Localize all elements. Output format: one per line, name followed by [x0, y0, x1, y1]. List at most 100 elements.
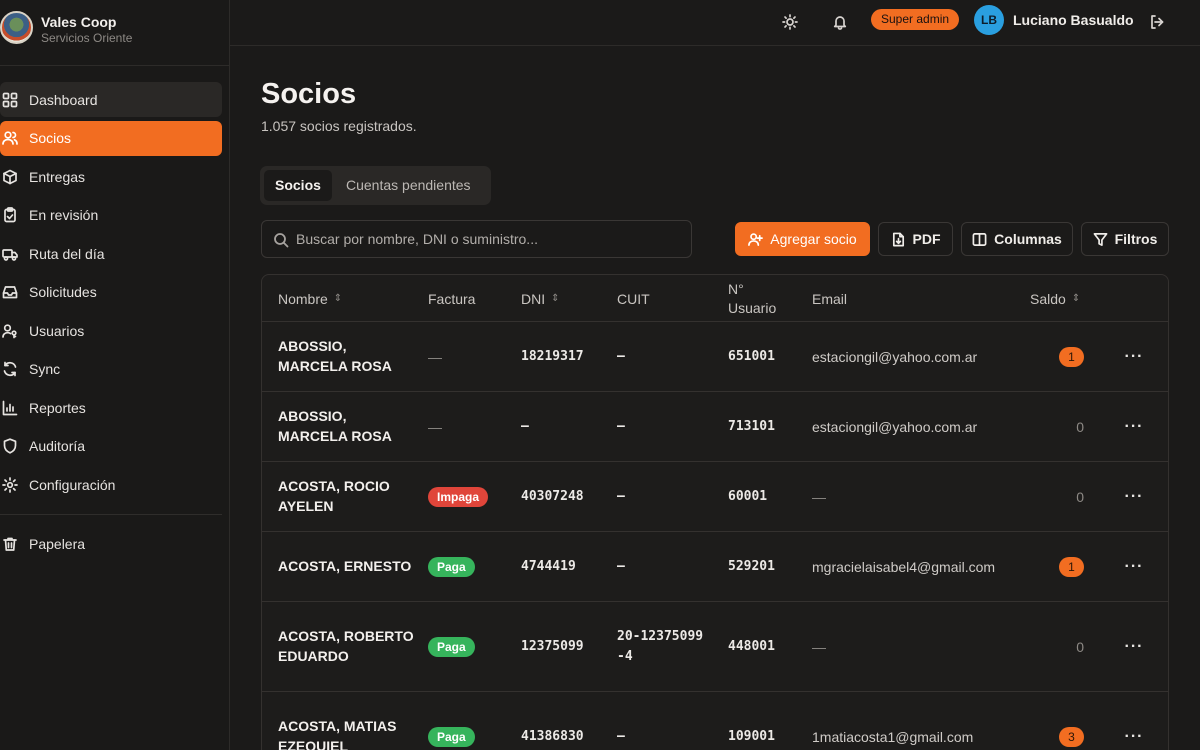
- usuario-number-cell: 60001: [728, 489, 768, 504]
- header-label: Factura: [428, 290, 476, 307]
- email-cell: estaciongil@yahoo.com.ar: [812, 418, 978, 435]
- row-actions-more-icon[interactable]: ···: [1122, 602, 1146, 691]
- shield-icon: [2, 438, 18, 454]
- socio-name: ABOSSIO, MARCELA ROSA: [278, 408, 392, 444]
- sidebar-nav: Dashboard Socios Entregas En revisión Ru…: [0, 82, 222, 506]
- role-badge: Super admin: [871, 9, 960, 30]
- sync-icon: [2, 361, 18, 377]
- sidebar-item-ruta-del-dia[interactable]: Ruta del día: [0, 236, 222, 271]
- sidebar-item-auditoria[interactable]: Auditoría: [0, 429, 222, 464]
- saldo-cell: 0: [1042, 462, 1084, 531]
- brand-logo: [0, 11, 33, 44]
- sidebar-item-entregas[interactable]: Entregas: [0, 159, 222, 194]
- column-header-dni[interactable]: DNI ⇕: [521, 275, 560, 322]
- sidebar-item-usuarios[interactable]: Usuarios: [0, 313, 222, 348]
- dni-cell: 12375099: [521, 639, 584, 654]
- row-actions-more-icon[interactable]: ···: [1122, 322, 1146, 391]
- sidebar-item-solicitudes[interactable]: Solicitudes: [0, 275, 222, 310]
- socio-name: ACOSTA, ERNESTO: [278, 557, 412, 574]
- sidebar-divider: [0, 514, 222, 515]
- pdf-button[interactable]: PDF: [878, 222, 953, 256]
- filter-icon: [1093, 232, 1108, 246]
- tab-socios[interactable]: Socios: [264, 170, 332, 201]
- page-subtitle: 1.057 socios registrados.: [261, 118, 417, 134]
- usuario-number-cell: 713101: [728, 419, 775, 434]
- header-label: Saldo: [1030, 290, 1066, 307]
- sidebar-item-dashboard[interactable]: Dashboard: [0, 82, 222, 117]
- add-socio-button[interactable]: Agregar socio: [735, 222, 870, 256]
- user-name[interactable]: Luciano Basualdo: [1013, 12, 1134, 28]
- dni-cell: 4744419: [521, 559, 576, 574]
- socios-table: Nombre ⇕ Factura DNI ⇕ CUIT N° Usuario Ema…: [261, 274, 1169, 750]
- users-icon: [2, 130, 18, 146]
- saldo-value: 0: [1076, 488, 1084, 505]
- column-header-nombre[interactable]: Nombre ⇕: [278, 275, 342, 322]
- row-actions-more-icon[interactable]: ···: [1122, 462, 1146, 531]
- column-header-email: Email: [812, 275, 847, 322]
- factura-cell: Impaga: [428, 462, 489, 531]
- factura-status-badge: Paga: [428, 726, 475, 747]
- factura-cell: Paga: [428, 602, 475, 691]
- sidebar-item-papelera[interactable]: Papelera: [0, 526, 222, 561]
- table-row[interactable]: ACOSTA, MATIAS EZEQUIEL Paga 41386830 – 1090…: [262, 692, 1168, 750]
- sidebar-item-label: Entregas: [29, 168, 86, 185]
- filters-button[interactable]: Filtros: [1081, 222, 1169, 256]
- dni-cell: 41386830: [521, 729, 584, 744]
- sidebar: Vales Coop Servicios Oriente Dashboard S…: [0, 0, 230, 750]
- gear-icon: [2, 476, 18, 493]
- sidebar-item-label: Papelera: [29, 535, 86, 552]
- factura-cell: Paga: [428, 532, 475, 601]
- sidebar-item-label: Reportes: [29, 399, 86, 416]
- email-cell: —: [812, 488, 826, 505]
- sidebar-item-label: Auditoría: [29, 438, 86, 454]
- row-actions-more-icon[interactable]: ···: [1122, 532, 1146, 601]
- table-row[interactable]: ACOSTA, ROCIO AYELEN Impaga 40307248 – 60001…: [262, 462, 1168, 532]
- avatar[interactable]: LB: [974, 5, 1004, 35]
- filters-label: Filtros: [1114, 231, 1158, 247]
- columns-button[interactable]: Columnas: [961, 222, 1073, 256]
- sidebar-item-label: Configuración: [29, 476, 116, 493]
- socio-name: ACOSTA, ROCIO AYELEN: [278, 478, 390, 514]
- brand: Vales Coop Servicios Oriente: [0, 0, 230, 66]
- pdf-label: PDF: [912, 231, 941, 247]
- table-row[interactable]: ACOSTA, ROBERTO EDUARDO Paga 12375099 20-12…: [262, 602, 1168, 692]
- sidebar-item-label: Solicitudes: [29, 284, 97, 300]
- logout-icon[interactable]: [1146, 11, 1168, 33]
- saldo-value: 0: [1076, 638, 1084, 655]
- factura-cell: —: [428, 322, 442, 391]
- header-label: Nombre: [278, 290, 328, 307]
- email-cell: —: [812, 638, 826, 655]
- table-row[interactable]: ACOSTA, ERNESTO Paga 4744419 – 529201 mgracie…: [262, 532, 1168, 602]
- theme-toggle-sun-icon[interactable]: [779, 11, 801, 33]
- factura-status-badge: Paga: [428, 556, 475, 577]
- socio-name: ACOSTA, MATIAS EZEQUIEL: [278, 718, 397, 750]
- sidebar-item-configuracion[interactable]: Configuración: [0, 467, 222, 502]
- usuario-number-cell: 448001: [728, 639, 775, 654]
- sidebar-item-sync[interactable]: Sync: [0, 352, 222, 387]
- header-label: Email: [812, 290, 848, 307]
- user-key-icon: [2, 323, 18, 339]
- search-input[interactable]: [296, 221, 686, 257]
- brand-name: Vales Coop: [41, 14, 117, 30]
- notifications-bell-icon[interactable]: [829, 11, 851, 33]
- row-actions-more-icon[interactable]: ···: [1122, 392, 1146, 461]
- row-actions-more-icon[interactable]: ···: [1122, 692, 1146, 750]
- saldo-badge: 1: [1059, 346, 1084, 367]
- sidebar-item-en-revision[interactable]: En revisión: [0, 198, 222, 233]
- table-row[interactable]: ABOSSIO, MARCELA ROSA — – – 713101 estaciongi…: [262, 392, 1168, 462]
- inbox-icon: [2, 284, 18, 300]
- sidebar-item-reportes[interactable]: Reportes: [0, 390, 222, 425]
- saldo-cell: 1: [1042, 532, 1084, 601]
- sidebar-item-socios[interactable]: Socios: [0, 120, 222, 156]
- sidebar-item-label: Usuarios: [29, 322, 85, 339]
- sidebar-item-label: Sync: [29, 361, 61, 377]
- tab-cuentas-pendientes[interactable]: Cuentas pendientes: [335, 170, 482, 201]
- bar-chart-icon: [2, 400, 18, 416]
- column-header-saldo[interactable]: Saldo ⇕: [1030, 275, 1080, 322]
- trash-icon: [2, 536, 18, 552]
- table-row[interactable]: ABOSSIO, MARCELA ROSA — 18219317 – 651001 est…: [262, 322, 1168, 392]
- sidebar-item-label: Socios: [29, 130, 72, 146]
- clipboard-icon: [2, 207, 18, 223]
- columns-icon: [972, 232, 987, 246]
- page-title: Socios: [261, 78, 357, 110]
